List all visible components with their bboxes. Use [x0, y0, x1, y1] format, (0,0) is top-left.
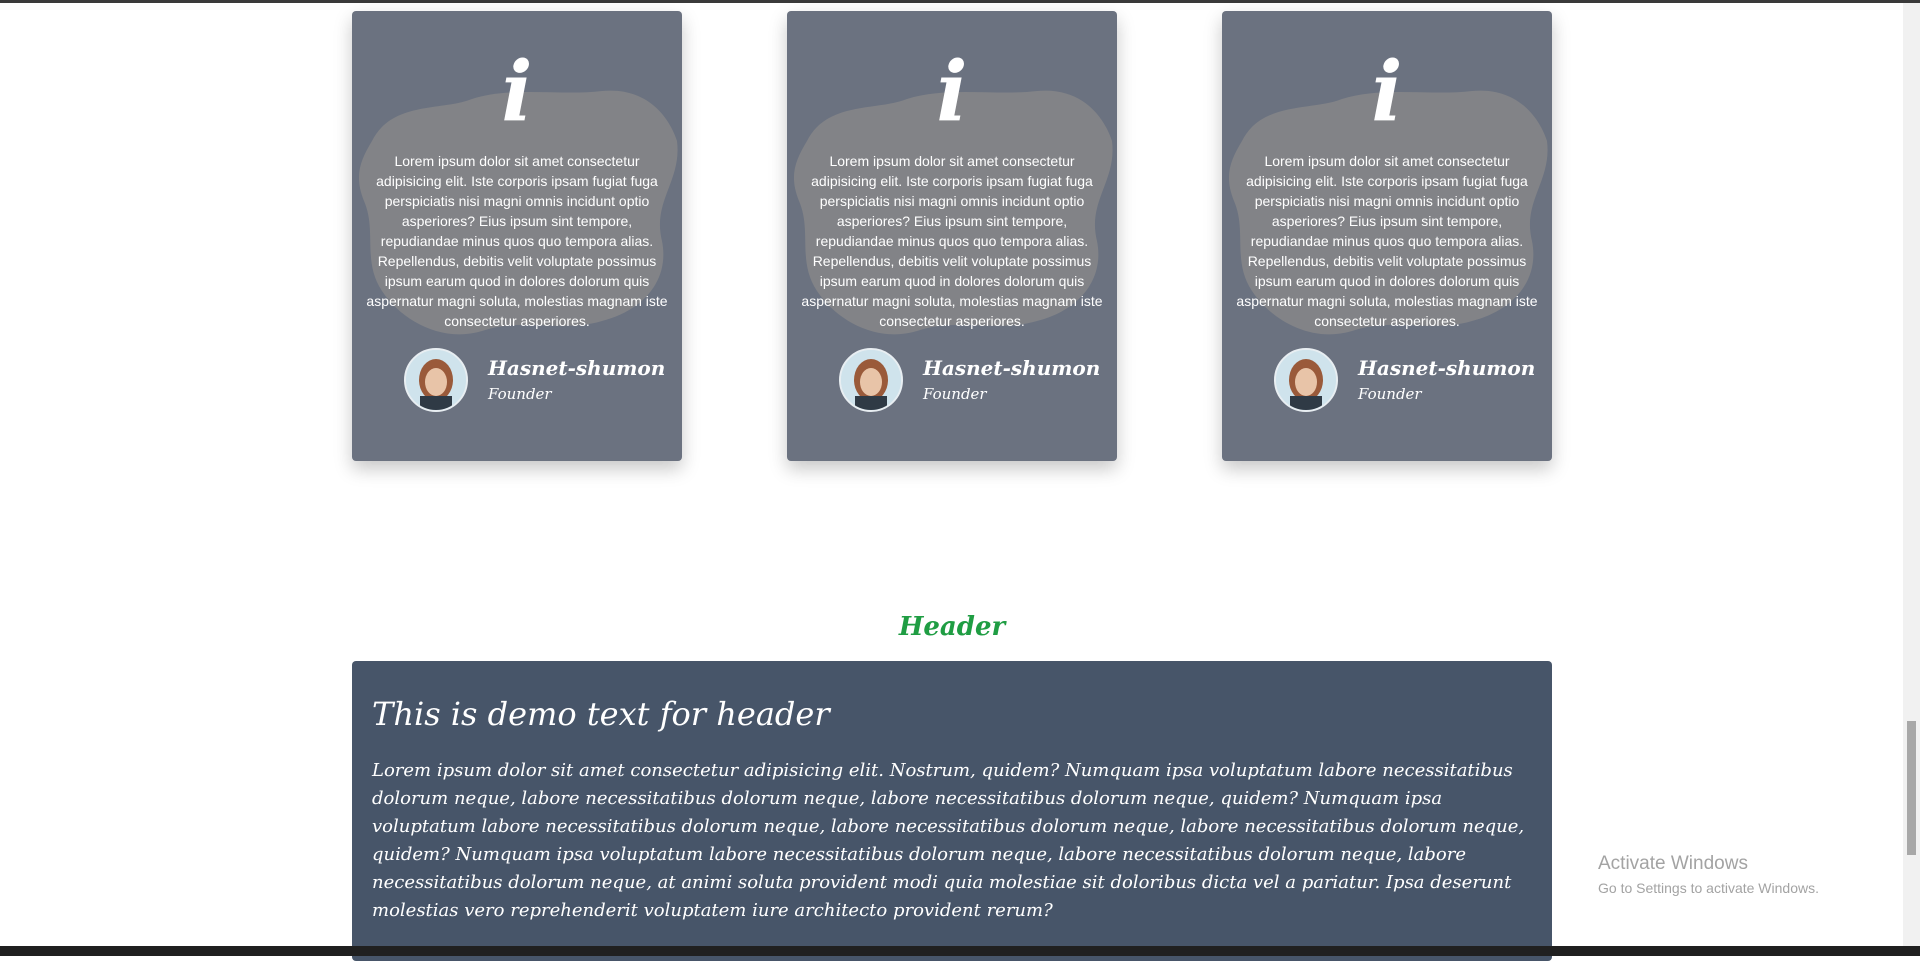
author-name: Hasnet-shumon — [488, 356, 666, 380]
avatar — [404, 348, 468, 412]
testimonial-card: i Lorem ipsum dolor sit amet consectetur… — [787, 11, 1117, 461]
window-top-edge — [0, 0, 1920, 3]
author-name: Hasnet-shumon — [923, 356, 1101, 380]
page-scrollbar[interactable] — [1903, 3, 1920, 946]
author-role: Founder — [923, 385, 987, 403]
testimonial-text: Lorem ipsum dolor sit amet consectetur a… — [366, 153, 668, 329]
activate-windows-title: Activate Windows — [1598, 853, 1748, 874]
info-icon: i — [1371, 44, 1403, 140]
section-heading: Header — [898, 612, 1006, 642]
testimonial-card: i Lorem ipsum dolor sit amet consectetur… — [1222, 11, 1552, 461]
author-role: Founder — [488, 385, 552, 403]
header-body-text: Lorem ipsum dolor sit amet consectetur a… — [372, 760, 1525, 921]
testimonial-text: Lorem ipsum dolor sit amet consectetur a… — [1236, 153, 1538, 329]
taskbar-edge — [0, 946, 1920, 956]
activate-windows-subtitle: Go to Settings to activate Windows. — [1598, 880, 1819, 896]
testimonial-card: i Lorem ipsum dolor sit amet consectetur… — [352, 11, 682, 461]
header-content-box: This is demo text for header Lorem ipsum… — [352, 661, 1552, 961]
header-title: This is demo text for header — [372, 695, 830, 733]
avatar — [839, 348, 903, 412]
testimonial-text: Lorem ipsum dolor sit amet consectetur a… — [801, 153, 1103, 329]
info-icon: i — [501, 44, 533, 140]
author-role: Founder — [1358, 385, 1422, 403]
avatar — [1274, 348, 1338, 412]
author-name: Hasnet-shumon — [1358, 356, 1536, 380]
scrollbar-thumb[interactable] — [1907, 721, 1916, 855]
info-icon: i — [936, 44, 968, 140]
